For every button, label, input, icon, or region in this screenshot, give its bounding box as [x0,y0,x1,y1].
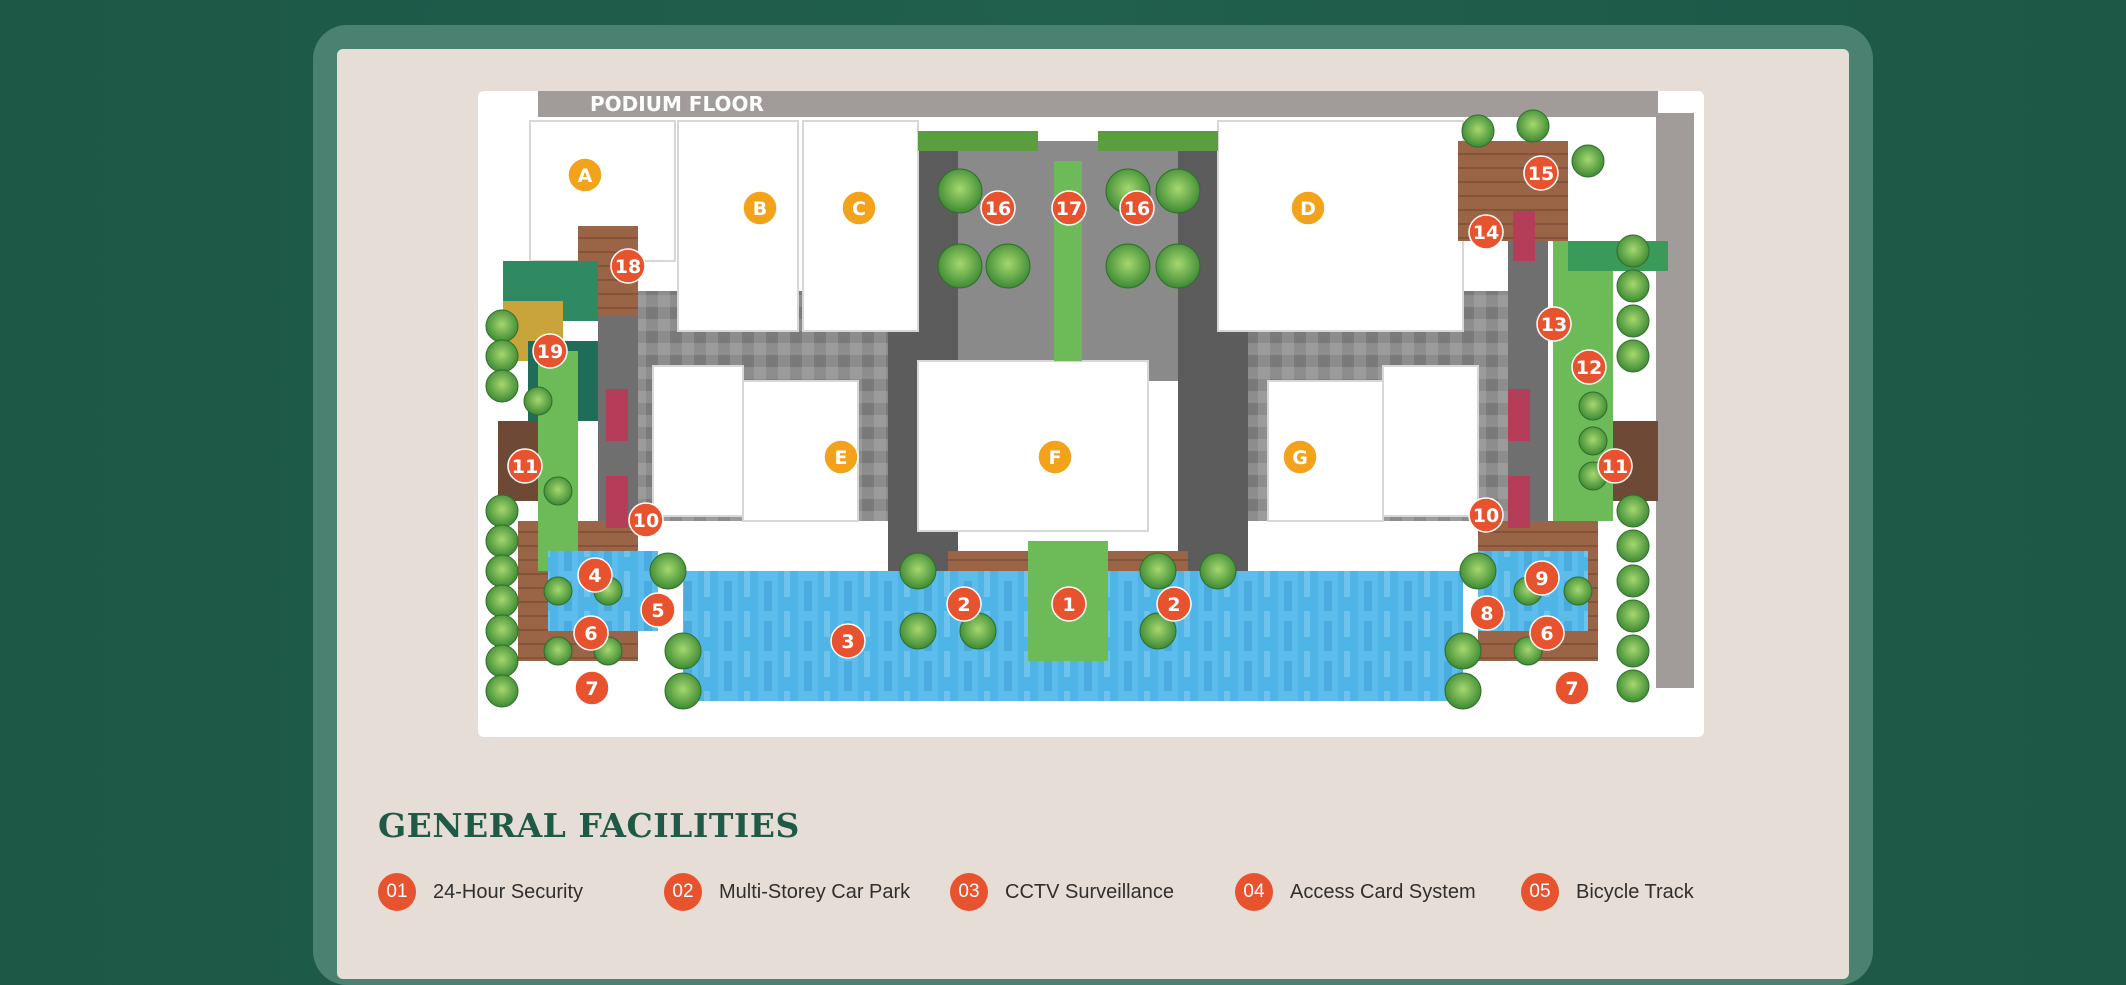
block-marker-g[interactable]: G [1282,439,1318,475]
facility-marker-2[interactable]: 2 [1156,586,1192,622]
facility-marker-5[interactable]: 5 [640,592,676,628]
marker-label: 7 [1565,678,1578,700]
facility-number: 01 [378,873,416,911]
marker-label: 18 [615,256,641,278]
block-marker-a[interactable]: A [567,157,603,193]
plan-header: PODIUM FLOOR [538,91,1658,117]
facility-marker-6[interactable]: 6 [1529,615,1565,651]
facility-marker-15[interactable]: 15 [1523,155,1559,191]
boundary-wall [1656,113,1694,688]
facility-marker-11[interactable]: 11 [507,448,543,484]
podium-floor-plan: PODIUM FLOOR A B C D E F G 1 2 2 3 4 5 6… [478,91,1704,737]
facility-label: Bicycle Track [1576,880,1694,903]
marker-label: 19 [537,341,563,363]
facility-marker-13[interactable]: 13 [1536,306,1572,342]
facility-marker-4[interactable]: 4 [577,557,613,593]
facility-marker-11[interactable]: 11 [1597,448,1633,484]
facility-label: Access Card System [1290,880,1476,903]
marker-label: 6 [584,623,597,645]
marker-label: 5 [651,600,664,622]
facility-marker-16[interactable]: 16 [980,190,1016,226]
facility-item-car-park[interactable]: 02 Multi-Storey Car Park [664,873,910,911]
facility-marker-10[interactable]: 10 [628,502,664,538]
facility-number: 05 [1521,873,1559,911]
marker-label: 14 [1473,222,1499,244]
facility-label: Multi-Storey Car Park [719,880,911,903]
marker-label: 1 [1062,594,1075,616]
block-marker-f[interactable]: F [1037,439,1073,475]
facility-marker-7[interactable]: 7 [1554,670,1590,706]
marker-label: C [852,198,866,220]
facility-marker-18[interactable]: 18 [610,248,646,284]
facilities-list: 01 24-Hour Security 02 Multi-Storey Car … [378,873,1818,911]
facility-label: 24-Hour Security [433,880,584,903]
marker-label: 16 [1124,198,1150,220]
facility-marker-1[interactable]: 1 [1051,586,1087,622]
facility-marker-8[interactable]: 8 [1469,595,1505,631]
marker-label: 4 [588,565,601,587]
facility-marker-2[interactable]: 2 [946,586,982,622]
block-marker-d[interactable]: D [1290,190,1326,226]
block-marker-b[interactable]: B [742,190,778,226]
marker-label: G [1292,447,1308,469]
block-marker-c[interactable]: C [841,190,877,226]
marker-label: 13 [1541,314,1567,336]
facility-number: 03 [950,873,988,911]
facility-marker-19[interactable]: 19 [532,333,568,369]
marker-label: 17 [1056,198,1082,220]
marker-label: 2 [957,594,970,616]
facility-item-access-card[interactable]: 04 Access Card System [1235,873,1476,911]
marker-label: D [1300,198,1316,220]
facility-item-security[interactable]: 01 24-Hour Security [378,873,583,911]
marker-label: A [578,165,593,187]
facility-number: 02 [664,873,702,911]
marker-label: 6 [1540,623,1553,645]
marker-label: 12 [1576,357,1602,379]
facility-marker-12[interactable]: 12 [1571,349,1607,385]
marker-label: 15 [1528,163,1554,185]
marker-label: 16 [985,198,1011,220]
marker-label: 10 [1473,505,1499,527]
facility-marker-6[interactable]: 6 [573,615,609,651]
facility-marker-7[interactable]: 7 [574,670,610,706]
facility-item-bicycle-track[interactable]: 05 Bicycle Track [1521,873,1694,911]
block-marker-e[interactable]: E [823,439,859,475]
marker-label: B [753,198,767,220]
facility-marker-14[interactable]: 14 [1468,214,1504,250]
facility-marker-17[interactable]: 17 [1051,190,1087,226]
general-facilities-title: GENERAL FACILITIES [378,806,800,845]
marker-label: 11 [512,456,538,478]
facility-marker-9[interactable]: 9 [1524,560,1560,596]
facility-label: CCTV Surveillance [1005,880,1174,903]
marker-label: 7 [585,678,598,700]
marker-label: F [1049,447,1062,469]
facility-marker-10[interactable]: 10 [1468,497,1504,533]
marker-label: 3 [841,631,854,653]
marker-label: 8 [1480,603,1493,625]
marker-label: 10 [633,510,659,532]
marker-label: 2 [1167,594,1180,616]
marker-label: 11 [1602,456,1628,478]
plan-title: PODIUM FLOOR [590,92,764,116]
facility-marker-16[interactable]: 16 [1119,190,1155,226]
facility-item-cctv[interactable]: 03 CCTV Surveillance [950,873,1174,911]
facility-number: 04 [1235,873,1273,911]
marker-label: 9 [1535,568,1548,590]
facility-marker-3[interactable]: 3 [830,623,866,659]
marker-label: E [835,447,848,469]
